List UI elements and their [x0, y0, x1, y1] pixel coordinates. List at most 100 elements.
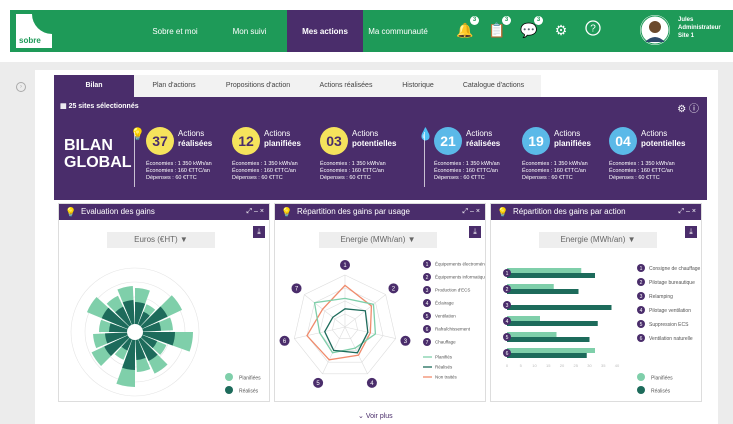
stat-value: 12: [232, 127, 260, 155]
stat-label2: potentielles: [641, 139, 686, 148]
user-info[interactable]: Jules Administrateur Site 1: [678, 16, 721, 40]
legend-label: Chauffage: [435, 340, 456, 345]
gear-icon[interactable]: ⚙: [677, 104, 686, 115]
detail-dep: Dépenses : 60 €TTC: [146, 175, 197, 181]
category-number: 1: [506, 271, 509, 277]
stat-label2: planifiées: [264, 139, 301, 148]
radar-legend: 1 Équipements électroménagers 2 Équipements…: [423, 260, 485, 380]
dropdown-value: Energie (MWh/an): [340, 235, 406, 244]
stat-label1: Actions: [178, 129, 205, 138]
unit-dropdown[interactable]: Energie (MWh/an) ▼: [319, 232, 437, 248]
x-tick-label: 20: [560, 363, 565, 368]
detail-dep: Dépenses : 60 €TTC: [434, 175, 485, 181]
x-tick-label: 40: [615, 363, 620, 368]
sites-label: 25 sites sélectionnés: [68, 103, 139, 110]
detail-dep: Dépenses : 60 €TTC: [522, 175, 573, 181]
summary-tools: ⚙ ⓘ: [677, 100, 699, 115]
x-tick-label: 35: [601, 363, 606, 368]
expand-sidebar-icon[interactable]: ›: [16, 82, 26, 92]
tab-catalogue[interactable]: Catalogue d'actions: [446, 75, 541, 97]
bar-chart: 1234560 5 10 15 20 25 30 35 40 1 Consigne de chau…: [503, 264, 701, 395]
download-icon[interactable]: ⤓: [685, 226, 697, 238]
dropdown-value: Euros (€HT): [134, 235, 178, 244]
sites-selected[interactable]: ▦ 25 sites sélectionnés: [60, 102, 139, 110]
nav-mes-actions[interactable]: Mes actions: [287, 10, 363, 52]
tab-propositions[interactable]: Propositions d'action: [214, 75, 302, 97]
detail-eur: Économies : 160 €TTC/an: [434, 168, 498, 174]
bar-planned[interactable]: [507, 284, 554, 289]
svg-text:?: ?: [590, 24, 596, 35]
window-controls-icon[interactable]: ⤢ – ×: [247, 204, 264, 220]
bar-series: 1 2 3 4 5 6 0 5 10 15 20 25 30 35 40: [503, 268, 620, 368]
unit-dropdown[interactable]: Energie (MWh/an) ▼: [539, 232, 657, 248]
detail-eur: Économies : 160 €TTC/an: [232, 168, 296, 174]
category-number: 4: [506, 319, 509, 325]
category-number: 5: [506, 335, 509, 341]
legend-number: 1: [640, 266, 643, 272]
nav-sobre-et-moi[interactable]: Sobre et moi: [140, 10, 210, 52]
legend-label: Non traités: [435, 375, 458, 380]
legend-label: Planifiées: [239, 376, 261, 382]
legend-label: Planifiés: [435, 355, 453, 360]
window-controls-icon[interactable]: ⤢ – ×: [463, 204, 480, 220]
bar-planned[interactable]: [507, 268, 582, 273]
tab-actions-realisees[interactable]: Actions réalisées: [302, 75, 390, 97]
window-controls-icon[interactable]: ⤢ – ×: [679, 204, 696, 220]
panel-title: Répartition des gains par action: [513, 207, 626, 216]
bar-realised[interactable]: [507, 305, 612, 310]
download-icon[interactable]: ⤓: [253, 226, 265, 238]
legend-number: 4: [640, 308, 643, 314]
bar-realised[interactable]: [507, 289, 579, 294]
legend-label: Équipements électroménagers: [435, 261, 485, 267]
panel-header: 💡 Evaluation des gains ⤢ – ×: [59, 204, 269, 220]
help-icon[interactable]: ?: [583, 20, 603, 40]
unit-dropdown[interactable]: Euros (€HT) ▼: [107, 232, 215, 248]
legend-label: Suppression ECS: [649, 322, 689, 328]
bar-realised[interactable]: [507, 337, 590, 342]
legend-label: Réalisés: [239, 389, 259, 395]
bar-planned[interactable]: [507, 332, 557, 337]
x-tick-label: 15: [546, 363, 551, 368]
detail-dep: Dépenses : 60 €TTC: [232, 175, 283, 181]
help-icon[interactable]: ⓘ: [689, 104, 699, 115]
voir-plus-link[interactable]: ⌄ Voir plus: [358, 412, 393, 420]
legend-label: Planifiées: [651, 376, 673, 382]
bar-legend: 1 Consigne de chauffage 2 Pilotage bureauti…: [637, 264, 701, 342]
detail-kwh: Économies : 1 350 kWh/an: [609, 161, 675, 167]
stat-value: 19: [522, 127, 550, 155]
tab-bar: Bilan Plan d'actions Propositions d'acti…: [54, 75, 541, 97]
avatar[interactable]: [640, 15, 670, 45]
stat-label1: Actions: [554, 129, 581, 138]
x-tick-label: 5: [520, 363, 523, 368]
legend-label: Pilotage bureautique: [649, 280, 695, 286]
bell-icon[interactable]: 🔔 3: [455, 16, 479, 40]
divider: [424, 132, 425, 187]
logo-text: sobre: [19, 36, 41, 45]
legend-number: 5: [640, 322, 643, 328]
stat-label1: Actions: [264, 129, 291, 138]
tab-bilan[interactable]: Bilan: [54, 75, 134, 97]
nav-mon-suivi[interactable]: Mon suivi: [222, 10, 277, 52]
panel-title: Evaluation des gains: [81, 207, 155, 216]
category-number: 2: [506, 287, 509, 293]
tab-plan-actions[interactable]: Plan d'actions: [134, 75, 214, 97]
panel-evaluation-gains: 💡 Evaluation des gains ⤢ – × ⤓ Euros (€HT)…: [58, 203, 270, 402]
bar-realised[interactable]: [507, 353, 587, 358]
panel-repartition-usage: 💡 Répartition des gains par usage ⤢ – × ⤓ …: [274, 203, 486, 402]
stat-value: 03: [320, 127, 348, 155]
tab-historique[interactable]: Historique: [390, 75, 446, 97]
legend-label: Réalisés: [435, 365, 453, 370]
download-icon[interactable]: ⤓: [469, 226, 481, 238]
legend-number: 7: [426, 340, 429, 346]
nav-ma-communaute[interactable]: Ma communauté: [368, 10, 428, 52]
legend-label: Ventilation: [435, 314, 456, 319]
bar-realised[interactable]: [507, 321, 598, 326]
gear-icon[interactable]: ⚙: [551, 20, 571, 40]
stat-label1: Actions: [466, 129, 493, 138]
clipboard-icon[interactable]: 📋 3: [487, 16, 511, 40]
legend-label: Équipements informatiques: [435, 274, 485, 280]
bar-realised[interactable]: [507, 273, 595, 278]
bar-planned[interactable]: [507, 348, 595, 353]
bar-planned[interactable]: [507, 316, 540, 321]
chat-icon[interactable]: 💬 3: [519, 16, 543, 40]
